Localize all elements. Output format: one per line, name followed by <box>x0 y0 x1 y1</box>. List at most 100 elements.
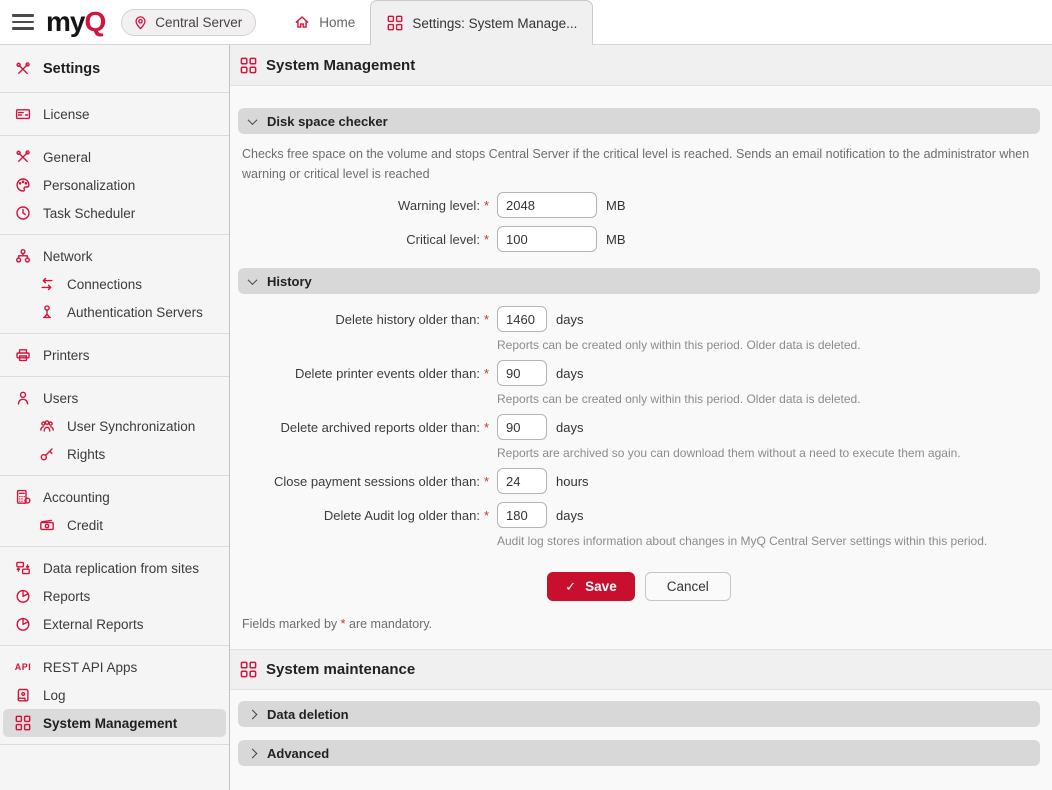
delete-archived-reports-help: Reports are archived so you can download… <box>497 446 1040 460</box>
section-data-deletion[interactable]: Data deletion <box>238 701 1040 727</box>
sidebar-item-system-management[interactable]: System Management <box>3 709 226 737</box>
critical-level-unit: MB <box>606 232 626 247</box>
sidebar-item-network[interactable]: Network <box>3 242 226 270</box>
sidebar-item-connections[interactable]: Connections <box>3 270 226 298</box>
delete-archived-reports-unit: days <box>556 420 583 435</box>
palette-icon <box>14 177 32 193</box>
settings-form: Disk space checker Checks free space on … <box>230 86 1052 649</box>
tools-icon <box>14 149 32 165</box>
delete-audit-log-row: Delete Audit log older than:* days <box>238 502 1040 528</box>
delete-history-label: Delete history older than:* <box>238 312 489 327</box>
sidebar-title-label: Settings <box>43 61 100 77</box>
section-disk-space-checker[interactable]: Disk space checker <box>238 108 1040 134</box>
delete-history-input[interactable] <box>497 306 547 332</box>
grid-icon <box>386 15 404 31</box>
critical-level-input[interactable] <box>497 226 597 252</box>
hamburger-menu-icon[interactable] <box>12 14 34 30</box>
sidebar-item-label: Task Scheduler <box>43 206 135 221</box>
sidebar-item-label: Rights <box>67 447 105 462</box>
delete-history-help: Reports can be created only within this … <box>497 338 1040 352</box>
delete-archived-reports-row: Delete archived reports older than:* day… <box>238 414 1040 440</box>
tab-home-label: Home <box>319 15 355 30</box>
section-title: History <box>267 274 312 289</box>
close-payment-sessions-row: Close payment sessions older than:* hour… <box>238 468 1040 494</box>
sidebar-item-label: External Reports <box>43 617 144 632</box>
sidebar-divider <box>0 744 229 745</box>
required-asterisk: * <box>484 508 489 523</box>
warning-level-unit: MB <box>606 198 626 213</box>
required-asterisk: * <box>484 474 489 489</box>
network-nodes-icon <box>14 248 32 264</box>
sidebar-item-users[interactable]: Users <box>3 384 226 412</box>
sidebar-item-authentication-servers[interactable]: Authentication Servers <box>3 298 226 326</box>
sidebar-item-label: License <box>43 107 90 122</box>
delete-audit-log-help: Audit log stores information about chang… <box>497 534 1040 548</box>
top-bar: myQ Central Server Home Settings: System… <box>0 0 1052 45</box>
logo-q: Q <box>84 6 105 37</box>
section-history[interactable]: History <box>238 268 1040 294</box>
sidebar-item-label: Data replication from sites <box>43 561 199 576</box>
tab-settings-label: Settings: System Manage... <box>412 16 577 31</box>
sidebar-item-personalization[interactable]: Personalization <box>3 171 226 199</box>
cancel-button[interactable]: Cancel <box>645 572 731 601</box>
sidebar-item-label: Connections <box>67 277 142 292</box>
disk-section-description: Checks free space on the volume and stop… <box>242 144 1038 184</box>
sidebar-item-user-synchronization[interactable]: User Synchronization <box>3 412 226 440</box>
sidebar-item-rest-api-apps[interactable]: API REST API Apps <box>3 653 226 681</box>
page-layout: Settings License General Personalization… <box>0 45 1052 790</box>
sidebar-item-general[interactable]: General <box>3 143 226 171</box>
grid-icon <box>239 57 257 74</box>
license-card-icon <box>14 106 32 122</box>
chevron-right-icon <box>248 748 258 758</box>
tools-icon <box>14 61 32 77</box>
sidebar-item-label: Log <box>43 688 66 703</box>
sidebar-title: Settings <box>3 53 226 85</box>
delete-archived-reports-label: Delete archived reports older than:* <box>238 420 489 435</box>
tab-home[interactable]: Home <box>278 0 370 45</box>
pie-chart-icon <box>14 616 32 632</box>
delete-printer-events-label: Delete printer events older than:* <box>238 366 489 381</box>
sidebar-divider <box>0 92 229 93</box>
section-title: Disk space checker <box>267 114 388 129</box>
settings-sidebar: Settings License General Personalization… <box>0 45 230 790</box>
myq-logo[interactable]: myQ <box>46 8 105 36</box>
section-advanced[interactable]: Advanced <box>238 740 1040 766</box>
sidebar-item-label: REST API Apps <box>43 660 137 675</box>
sidebar-item-rights[interactable]: Rights <box>3 440 226 468</box>
sidebar-item-license[interactable]: License <box>3 100 226 128</box>
warning-level-label: Warning level:* <box>238 198 489 213</box>
sidebar-item-credit[interactable]: Credit <box>3 511 226 539</box>
server-selector-button[interactable]: Central Server <box>121 9 256 36</box>
close-payment-sessions-input[interactable] <box>497 468 547 494</box>
sidebar-item-label: Personalization <box>43 178 135 193</box>
critical-level-row: Critical level:* MB <box>238 226 1040 252</box>
critical-level-label: Critical level:* <box>238 232 489 247</box>
save-button[interactable]: ✓Save <box>547 572 634 601</box>
sidebar-item-reports[interactable]: Reports <box>3 582 226 610</box>
chevron-right-icon <box>248 709 258 719</box>
sidebar-item-log[interactable]: Log <box>3 681 226 709</box>
required-asterisk: * <box>484 198 489 213</box>
sidebar-item-data-replication[interactable]: Data replication from sites <box>3 554 226 582</box>
home-icon <box>293 14 311 30</box>
tab-settings-system-management[interactable]: Settings: System Manage... <box>370 0 593 45</box>
sidebar-item-accounting[interactable]: Accounting <box>3 483 226 511</box>
delete-history-unit: days <box>556 312 583 327</box>
sidebar-divider <box>0 135 229 136</box>
delete-printer-events-row: Delete printer events older than:* days <box>238 360 1040 386</box>
sidebar-divider <box>0 234 229 235</box>
delete-archived-reports-input[interactable] <box>497 414 547 440</box>
sidebar-item-label: User Synchronization <box>67 419 195 434</box>
server-selector-label: Central Server <box>155 15 242 30</box>
cancel-button-label: Cancel <box>667 579 709 594</box>
delete-printer-events-input[interactable] <box>497 360 547 386</box>
system-maintenance-header: System maintenance <box>230 649 1052 690</box>
key-icon <box>38 446 56 462</box>
delete-audit-log-input[interactable] <box>497 502 547 528</box>
sidebar-item-printers[interactable]: Printers <box>3 341 226 369</box>
sidebar-item-label: Users <box>43 391 78 406</box>
chevron-down-icon <box>248 275 258 285</box>
sidebar-item-external-reports[interactable]: External Reports <box>3 610 226 638</box>
warning-level-input[interactable] <box>497 192 597 218</box>
sidebar-item-task-scheduler[interactable]: Task Scheduler <box>3 199 226 227</box>
